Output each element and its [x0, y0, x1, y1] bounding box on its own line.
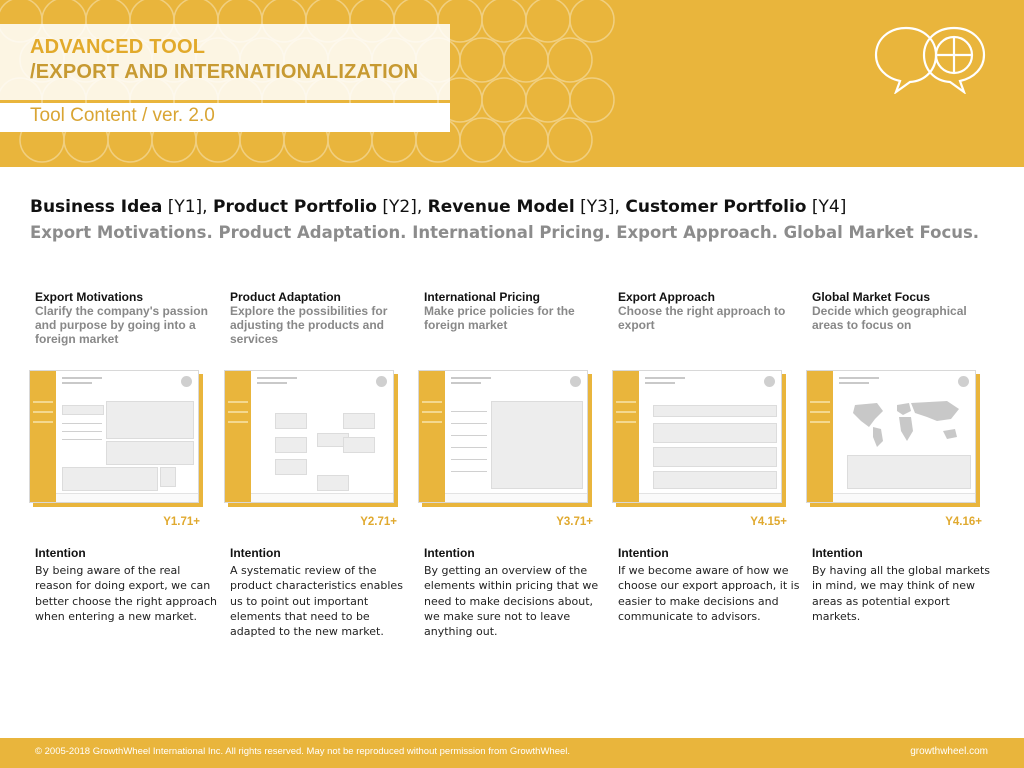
tool-title: Product Adaptation [230, 290, 341, 304]
tool-title: Export Approach [618, 290, 715, 304]
headline-item-1-code: [Y1] [167, 197, 203, 217]
tool-description: Decide which geographical areas to focus… [812, 304, 967, 332]
intention-text: By being aware of the real reason for do… [35, 564, 218, 623]
intention-text: By getting an overview of the elements w… [424, 564, 599, 639]
intention-label: Intention [424, 546, 475, 560]
tool-title: Export Motivations [35, 290, 144, 304]
intention-label: Intention [230, 546, 281, 560]
headline-item-2-code: [Y2] [382, 197, 417, 217]
tool-code: Y3.71+ [556, 516, 593, 528]
tool-thumbnail[interactable] [806, 370, 976, 503]
tool-description: Explore the possibilities for adjusting … [230, 304, 388, 346]
plus-icon [181, 376, 192, 387]
headline-item-1-name: Business Idea [30, 197, 163, 217]
plus-icon [958, 376, 969, 387]
tool-description: Choose the right approach to export [618, 304, 786, 332]
title-box: ADVANCED TOOL /EXPORT AND INTERNATIONALI… [0, 24, 450, 100]
tool-column: Product Adaptation Explore the possibili… [230, 290, 415, 346]
headline-item-3-name: Revenue Model [427, 197, 575, 217]
intention-label: Intention [812, 546, 863, 560]
headline-item-4-code: [Y4] [811, 197, 847, 217]
website-link[interactable]: growthwheel.com [910, 746, 988, 757]
intention-text: A systematic review of the product chara… [230, 564, 403, 639]
tool-description: Clarify the company's passion and purpos… [35, 304, 208, 346]
tool-thumbnail[interactable] [612, 370, 782, 503]
tool-code: Y4.15+ [750, 516, 787, 528]
tool-thumbnail[interactable] [224, 370, 394, 503]
tool-description: Make price policies for the foreign mark… [424, 304, 575, 332]
header-band: ADVANCED TOOL /EXPORT AND INTERNATIONALI… [0, 0, 1024, 167]
tool-title: Global Market Focus [812, 290, 931, 304]
headline-item-4-name: Customer Portfolio [625, 197, 807, 217]
world-map-icon [853, 401, 959, 447]
intention-label: Intention [618, 546, 669, 560]
tool-column: Export Approach Choose the right approac… [618, 290, 803, 332]
tool-title-line1: ADVANCED TOOL [30, 36, 206, 58]
tool-code: Y2.71+ [360, 516, 397, 528]
tool-subtitle: Tool Content / ver. 2.0 [30, 105, 215, 126]
plus-icon [570, 376, 581, 387]
tool-code: Y1.71+ [163, 516, 200, 528]
tool-column: Global Market Focus Decide which geograp… [812, 290, 997, 332]
tool-code: Y4.16+ [945, 516, 982, 528]
subheadline: Export Motivations. Product Adaptation. … [30, 223, 980, 242]
tool-title: International Pricing [424, 290, 541, 304]
tool-column: International Pricing Make price policie… [424, 290, 609, 332]
tool-column: Export Motivations Clarify the company's… [35, 290, 220, 346]
tool-thumbnail[interactable] [418, 370, 588, 503]
tool-title-line2: /EXPORT AND INTERNATIONALIZATION [30, 61, 419, 83]
copyright-text: © 2005-2018 GrowthWheel International In… [35, 746, 571, 757]
headline-item-3-code: [Y3] [580, 197, 615, 217]
intention-text: By having all the global markets in mind… [812, 564, 990, 623]
intention-text: If we become aware of how we choose our … [618, 564, 800, 623]
plus-icon [764, 376, 775, 387]
footer: © 2005-2018 GrowthWheel International In… [0, 738, 1024, 768]
headline-item-2-name: Product Portfolio [212, 197, 377, 217]
headline: Business Idea [Y1], Product Portfolio [Y… [30, 197, 847, 217]
speech-bubbles-wheel-icon [874, 26, 986, 94]
intention-label: Intention [35, 546, 86, 560]
subtitle-box: Tool Content / ver. 2.0 [0, 103, 450, 132]
plus-icon [376, 376, 387, 387]
tool-thumbnail[interactable] [29, 370, 199, 503]
